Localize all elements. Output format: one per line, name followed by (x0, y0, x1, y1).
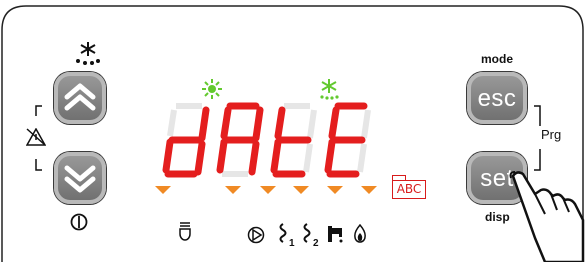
esc-button-label: esc (477, 85, 517, 112)
down-button[interactable] (54, 152, 106, 204)
power-icon (70, 213, 88, 231)
fan-2-label: 2 (313, 238, 319, 248)
digit-t (270, 106, 312, 178)
pointing-hand-icon (509, 171, 585, 262)
prg-label: Prg (541, 127, 562, 142)
compressor-icon (247, 226, 265, 244)
fan-2-icon: 2 (303, 223, 319, 248)
seven-segment-display (162, 102, 371, 178)
flame-icon (354, 224, 366, 243)
tap-icon (328, 226, 343, 243)
alarm-crossed-icon (26, 128, 46, 146)
digit-A (216, 102, 264, 176)
esc-button[interactable]: esc (467, 72, 527, 124)
decimal-indicators (155, 186, 377, 194)
chevron-down-double-icon (64, 165, 96, 193)
fan-1-label: 1 (289, 238, 295, 248)
bell-light-icon (179, 222, 191, 241)
snowflake-drip-icon (76, 42, 100, 65)
up-button[interactable] (54, 72, 106, 124)
sun-icon (202, 79, 222, 99)
controller-panel: ABC 1 2 mode esc Prg set disp (0, 0, 585, 262)
snowflake-icon (320, 79, 339, 100)
mode-label: mode (481, 52, 514, 66)
chevron-up-double-icon (64, 83, 96, 111)
abc-indicator: ABC (392, 180, 426, 199)
fan-1-icon: 1 (279, 223, 295, 248)
